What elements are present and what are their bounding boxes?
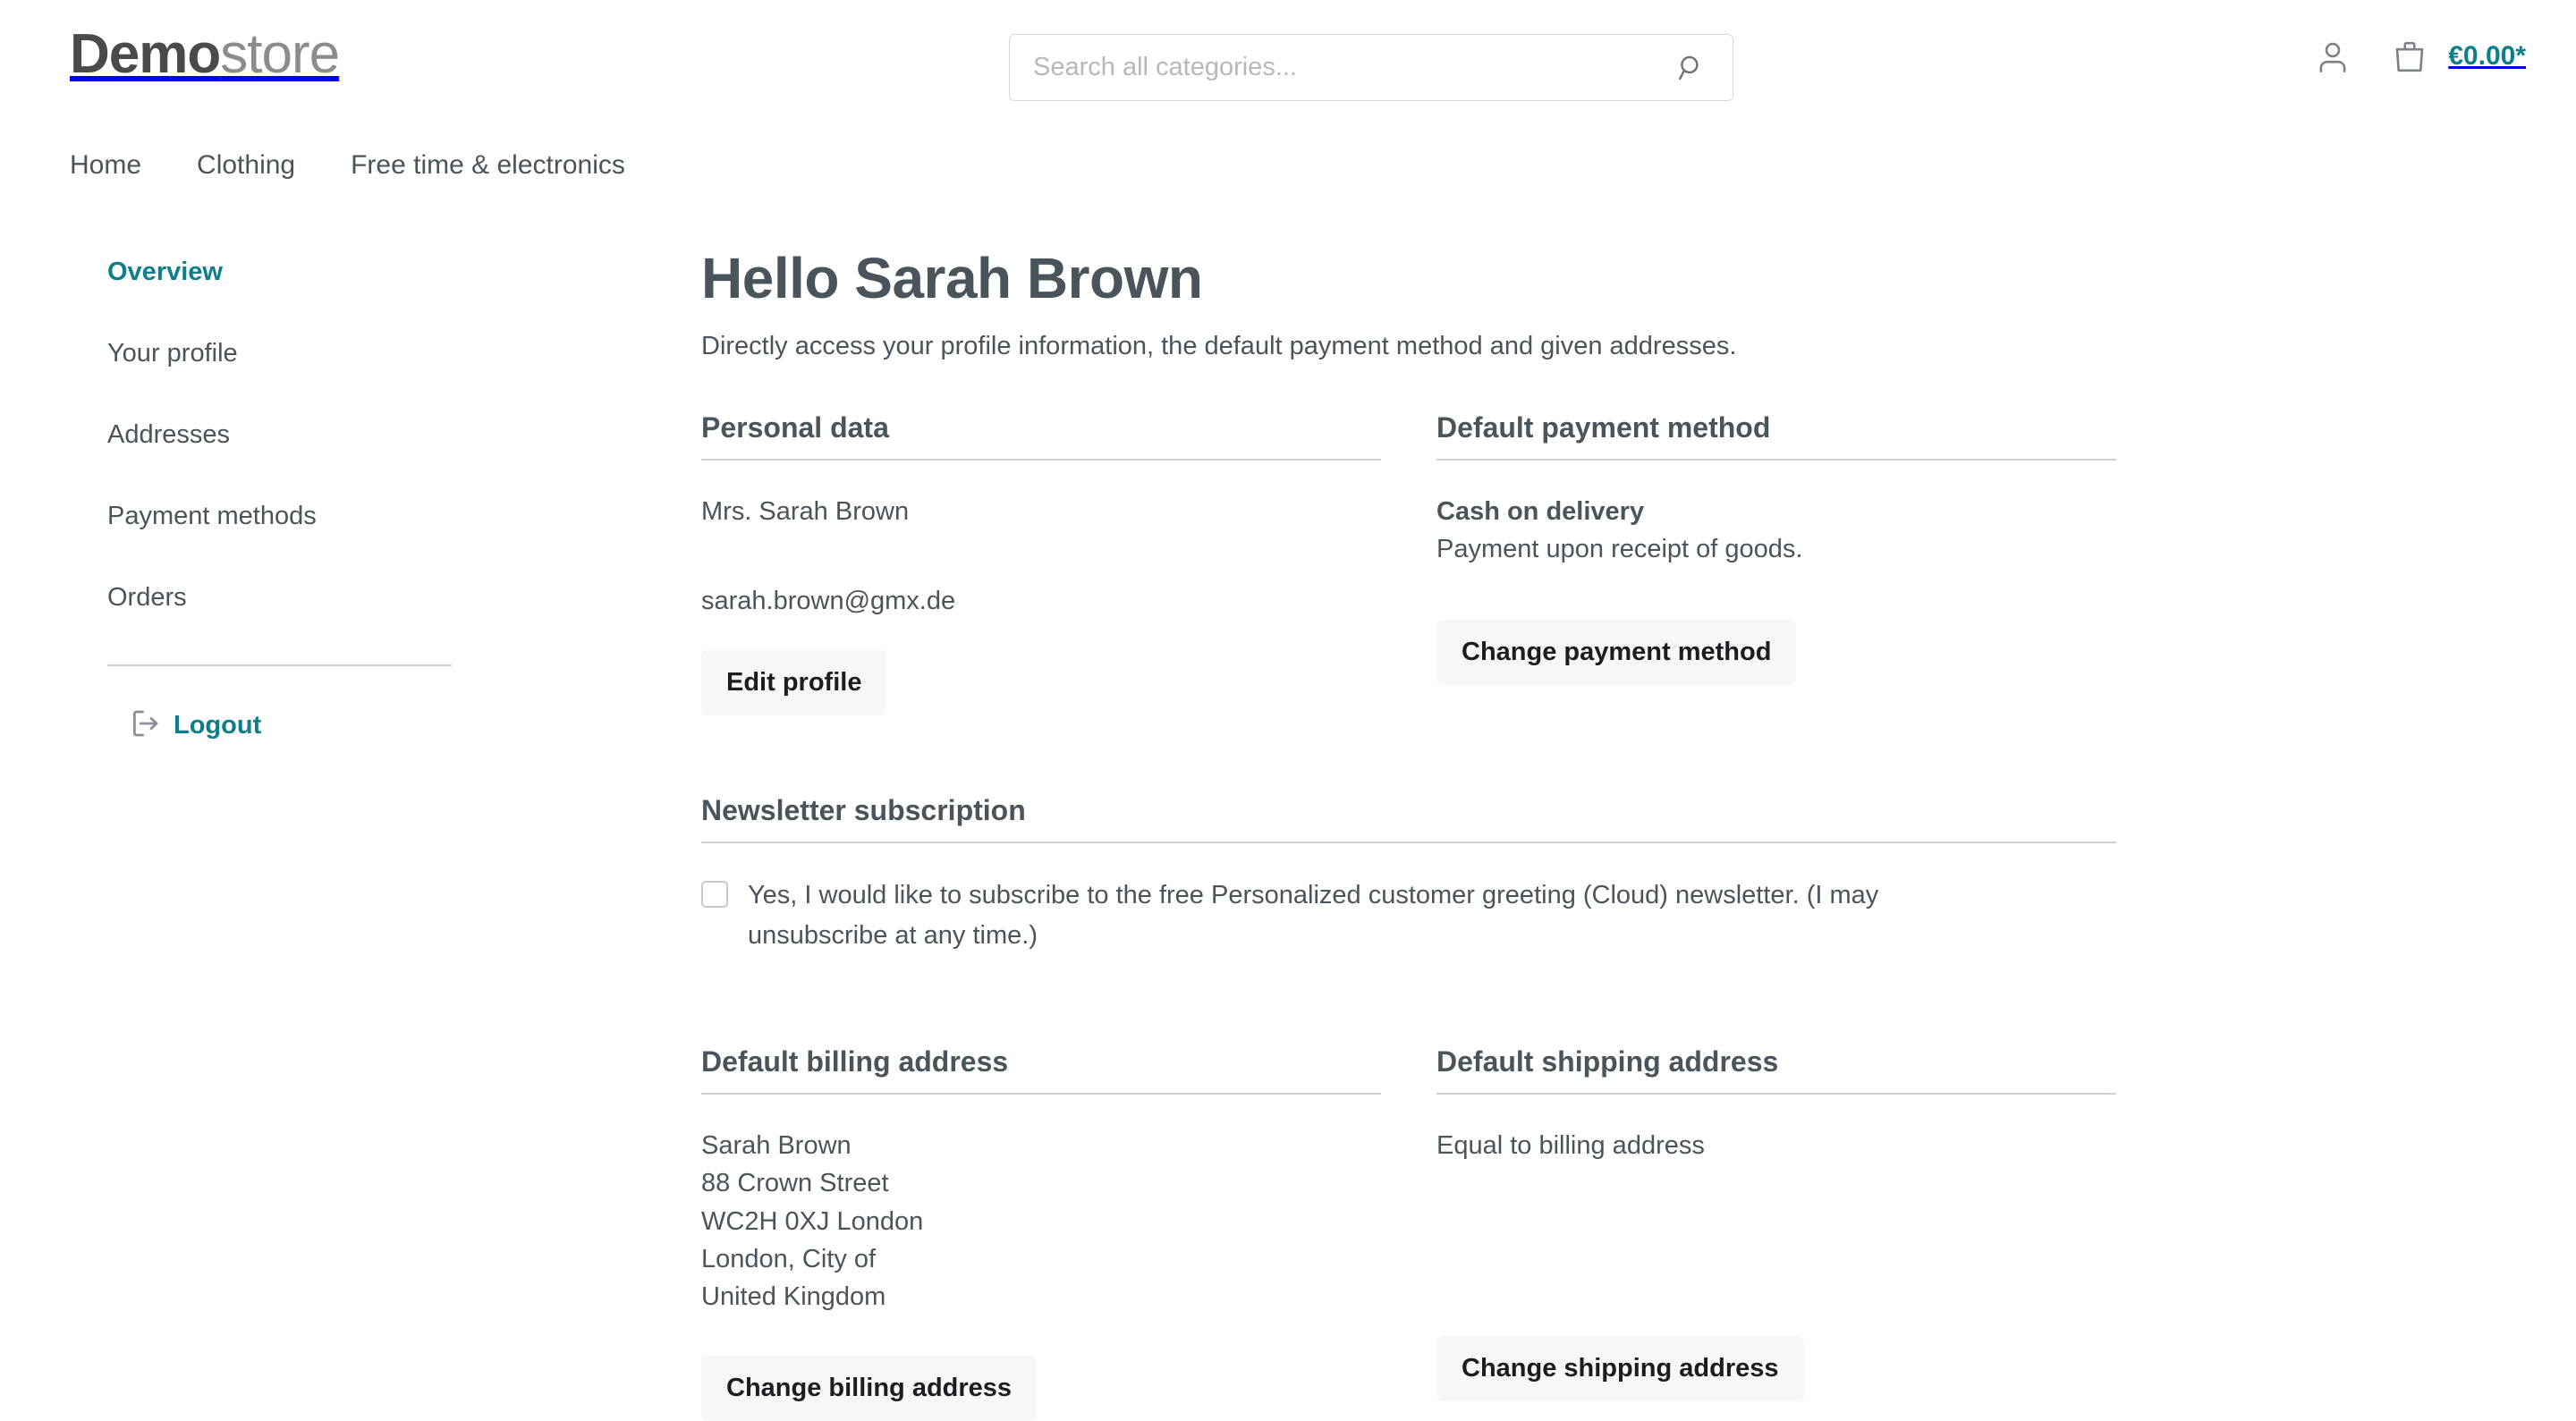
payment-method-heading: Default payment method — [1436, 411, 1771, 444]
nav-item-clothing[interactable]: Clothing — [197, 150, 295, 181]
site-header: Demostore Search all categories... €0.00… — [0, 0, 2576, 136]
site-logo[interactable]: Demostore — [70, 27, 340, 82]
billing-address-line: United Kingdom — [701, 1282, 886, 1312]
overview-row-addresses: Default billing address Sarah Brown 88 C… — [701, 1045, 2116, 1421]
user-account-icon[interactable] — [2312, 36, 2353, 77]
main-navigation: Home Clothing Free time & electronics — [0, 136, 2576, 195]
change-payment-method-button[interactable]: Change payment method — [1436, 620, 1797, 686]
logo-text-primary: Demo — [70, 23, 221, 85]
billing-address-line: 88 Crown Street — [701, 1169, 889, 1198]
personal-data-heading: Personal data — [701, 411, 889, 444]
logout-button[interactable]: Logout — [127, 706, 696, 746]
sidebar-item-your-profile[interactable]: Your profile — [107, 339, 696, 368]
nav-item-home[interactable]: Home — [70, 150, 141, 181]
page-title: Hello Sarah Brown — [701, 246, 1203, 310]
cart-amount: €0.00* — [2448, 41, 2526, 71]
sidebar-divider — [107, 664, 452, 666]
search-icon[interactable] — [1674, 50, 1709, 86]
billing-address-heading: Default billing address — [701, 1045, 1009, 1078]
newsletter-heading: Newsletter subscription — [701, 794, 1026, 827]
newsletter-subscription-section: Newsletter subscription Yes, I would lik… — [701, 794, 2116, 956]
page-subtitle: Directly access your profile information… — [701, 332, 1737, 361]
personal-data-rule — [701, 459, 1381, 461]
shipping-address-actions: Change shipping address — [1436, 1336, 2116, 1402]
account-content: Hello Sarah Brown Directly access your p… — [696, 246, 2116, 1421]
logout-arrow-icon — [127, 706, 163, 746]
billing-address-rule — [701, 1093, 1381, 1095]
newsletter-rule — [701, 842, 2116, 844]
default-payment-method-section: Default payment method Cash on delivery … — [1436, 411, 2116, 715]
billing-address-actions: Change billing address — [701, 1355, 1381, 1421]
personal-data-name: Mrs. Sarah Brown — [701, 497, 910, 527]
billing-address-line: Sarah Brown — [701, 1131, 852, 1161]
newsletter-checkbox-label: Yes, I would like to subscribe to the fr… — [748, 881, 1879, 951]
nav-item-free-time-electronics[interactable]: Free time & electronics — [351, 150, 625, 181]
default-shipping-address-section: Default shipping address Equal to billin… — [1436, 1045, 2116, 1421]
sidebar-item-orders[interactable]: Orders — [107, 583, 696, 613]
change-shipping-address-button[interactable]: Change shipping address — [1436, 1336, 1804, 1402]
personal-data-email: sarah.brown@gmx.de — [701, 587, 956, 616]
payment-method-description: Payment upon receipt of goods. — [1436, 535, 1803, 564]
cart-button[interactable]: €0.00* — [2389, 36, 2526, 77]
header-actions: €0.00* — [2312, 36, 2526, 77]
logout-label: Logout — [174, 711, 262, 740]
overview-row-one: Personal data Mrs. Sarah Brown sarah.bro… — [701, 411, 2116, 716]
default-billing-address-section: Default billing address Sarah Brown 88 C… — [701, 1045, 1381, 1421]
newsletter-checkbox-row: Yes, I would like to subscribe to the fr… — [701, 875, 2116, 956]
search-input[interactable] — [1033, 53, 1674, 82]
shopping-bag-icon — [2389, 36, 2430, 77]
change-billing-address-button[interactable]: Change billing address — [701, 1355, 1038, 1421]
shipping-address-heading: Default shipping address — [1436, 1045, 1779, 1078]
billing-address-line: WC2H 0XJ London — [701, 1206, 924, 1236]
account-sidebar: Overview Your profile Addresses Payment … — [70, 249, 696, 1421]
newsletter-checkbox[interactable] — [701, 881, 728, 909]
billing-address-line: London, City of — [701, 1245, 877, 1274]
shipping-address-rule — [1436, 1093, 2116, 1095]
logo-text-secondary: store — [220, 23, 340, 85]
shipping-address-line: Equal to billing address — [1436, 1131, 1705, 1161]
sidebar-item-payment-methods[interactable]: Payment methods — [107, 502, 696, 531]
edit-profile-button[interactable]: Edit profile — [701, 650, 887, 716]
sidebar-item-overview[interactable]: Overview — [107, 258, 696, 287]
search-box[interactable] — [1009, 34, 1733, 101]
search-area — [1009, 34, 1733, 101]
personal-data-section: Personal data Mrs. Sarah Brown sarah.bro… — [701, 411, 1381, 716]
sidebar-item-addresses[interactable]: Addresses — [107, 420, 696, 450]
payment-method-name: Cash on delivery — [1436, 497, 1645, 527]
payment-method-rule — [1436, 459, 2116, 461]
account-page: Overview Your profile Addresses Payment … — [0, 246, 2576, 1421]
